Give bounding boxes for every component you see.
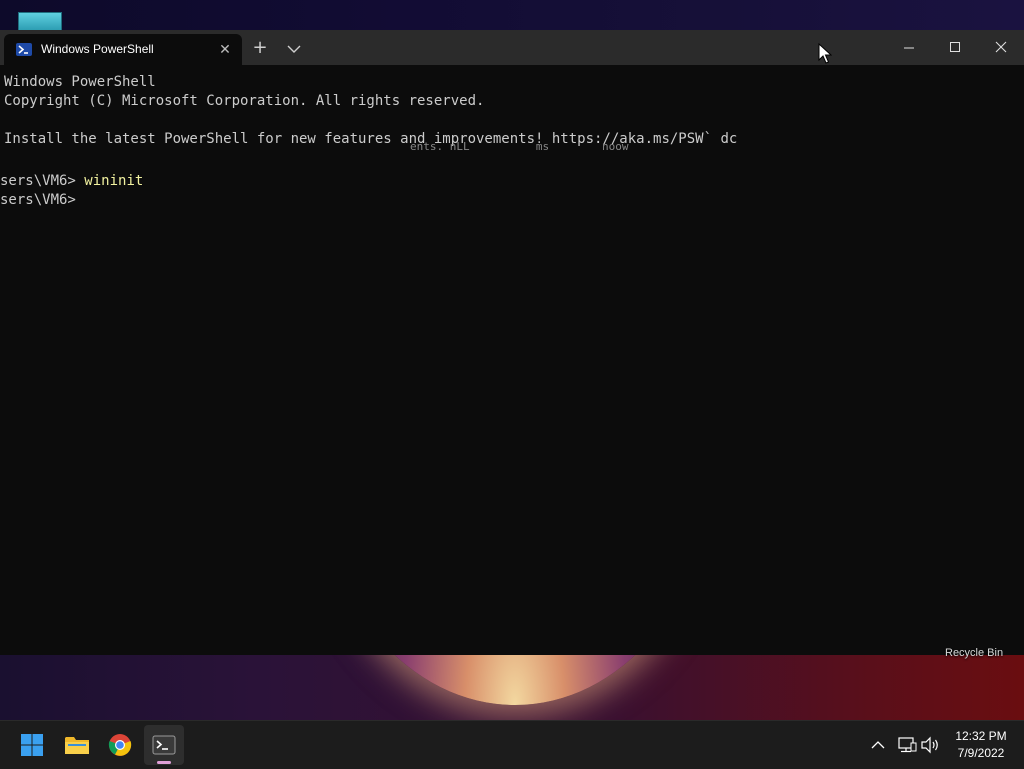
prompt: sers\VM6> (0, 173, 85, 189)
desktop-wallpaper-bottom (0, 655, 1024, 720)
active-app-indicator (157, 761, 171, 764)
clock-date[interactable]: 7/9/2022 (950, 746, 1012, 760)
prompt-line: sers\VM6> (0, 192, 84, 208)
tab-title: Windows PowerShell (41, 42, 154, 56)
folder-icon (65, 737, 89, 754)
wallpaper-planet (320, 655, 710, 705)
console-ghost-text: ents. nLL ms noow (410, 140, 629, 153)
prompt: sers\VM6> (0, 192, 85, 208)
close-tab-icon[interactable]: ✕ (216, 41, 234, 59)
recycle-bin-label[interactable]: Recycle Bin (945, 647, 1003, 659)
title-bar[interactable]: Windows PowerShell ✕ + (0, 30, 1024, 65)
clock-time[interactable]: 12:32 PM (950, 729, 1012, 743)
terminal-button[interactable] (144, 725, 184, 765)
desktop-shortcut-icon[interactable] (18, 12, 62, 32)
console-line: Copyright (C) Microsoft Corporation. All… (4, 93, 485, 109)
tab-windows-powershell[interactable]: Windows PowerShell ✕ (4, 34, 242, 65)
console-output[interactable]: Windows PowerShell Copyright (C) Microso… (0, 65, 1024, 656)
chrome-icon (108, 734, 132, 756)
volume-icon[interactable] (920, 735, 942, 755)
terminal-icon (152, 735, 176, 755)
desktop-wallpaper-top (0, 0, 1024, 32)
chevron-down-icon[interactable] (285, 39, 303, 59)
start-button[interactable] (12, 725, 52, 765)
mouse-pointer-icon (818, 42, 833, 69)
powershell-icon (16, 43, 32, 56)
new-tab-button[interactable]: + (250, 39, 270, 59)
command-text: wininit (84, 173, 144, 189)
file-explorer-button[interactable] (56, 725, 96, 765)
chevron-up-icon[interactable] (868, 737, 888, 753)
terminal-window: Windows PowerShell ✕ + Windows PowerShel… (0, 30, 1024, 656)
maximize-button[interactable] (932, 30, 978, 65)
network-icon[interactable] (896, 735, 918, 755)
prompt-line: sers\VM6> wininit (0, 173, 143, 189)
minimize-button[interactable] (886, 30, 932, 65)
taskbar: 12:32 PM 7/9/2022 (0, 720, 1024, 769)
close-window-button[interactable] (978, 30, 1024, 65)
console-line: Windows PowerShell (4, 74, 156, 90)
windows-start-icon (21, 734, 43, 756)
chrome-button[interactable] (100, 725, 140, 765)
